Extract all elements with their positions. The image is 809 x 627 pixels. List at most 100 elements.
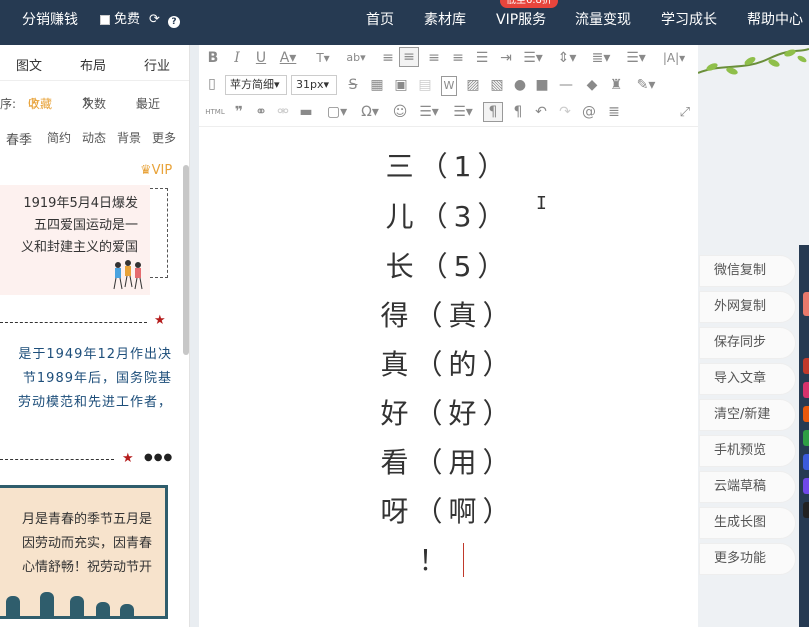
distribution-earn-link[interactable]: 分销赚钱 [22,0,78,40]
eraser-icon[interactable]: ◆ [583,76,601,94]
star-icon: ★ [154,313,166,328]
palette-swatch[interactable] [803,478,809,494]
align-justify-button[interactable]: ≡ [449,49,467,67]
category-dynamic[interactable]: 动态 [82,129,106,146]
html-source-button[interactable]: HTML [203,103,227,121]
category-more[interactable]: 更多 [152,129,176,146]
panel-scrollbar[interactable] [183,165,189,355]
nav-material-library[interactable]: 素材库 [424,0,466,40]
palette-swatch[interactable] [803,454,809,470]
text-direction-rtl-icon[interactable]: ¶ [509,103,527,121]
cloud-draft-button[interactable]: 云端草稿 [700,472,795,502]
text-direction-ltr-icon[interactable]: ¶ [483,102,503,122]
image-icon[interactable]: ▣ [393,76,409,94]
gallery-icon[interactable]: ▤ [417,76,433,94]
free-checkbox[interactable] [100,14,110,25]
worker-silhouette [120,604,134,618]
nav-learning[interactable]: 学习成长 [661,0,717,40]
undo-icon[interactable]: ↶ [533,103,549,121]
card2-divider-bottom [0,459,114,460]
font-size-value: 31px [296,78,324,91]
palette-swatch[interactable] [803,358,809,374]
category-simple[interactable]: 简约 [47,129,71,146]
nav-home[interactable]: 首页 [366,0,394,40]
align-center-button[interactable]: ≡ [399,47,419,67]
horizontal-rule-icon[interactable]: — [557,76,575,94]
nav-traffic-monetize[interactable]: 流量变现 [575,0,631,40]
unordered-list-icon[interactable]: ☰▾ [449,103,477,121]
redo-icon[interactable]: ↷ [557,103,573,121]
list-format-button[interactable]: ☰▾ [623,49,649,67]
mobile-preview-button[interactable]: 手机预览 [700,436,795,466]
font-size-select[interactable]: 31px▾ [291,75,337,95]
highlight-button[interactable]: ab▾ [343,49,369,67]
category-background[interactable]: 背景 [117,129,141,146]
emoji-icon[interactable]: ☺ [391,103,409,121]
more-functions-button[interactable]: 更多功能 [700,544,795,574]
unlink-icon[interactable]: ⚮ [275,103,291,121]
italic-button[interactable]: I [229,49,245,67]
bold-button[interactable]: B [205,49,221,67]
indent-button[interactable]: ⇥ [497,49,515,67]
font-color-button[interactable]: A▾ [277,49,299,67]
palette-swatch[interactable] [803,502,809,518]
paragraph-spacing-button[interactable]: ⇕▾ [555,49,579,67]
line-height-button[interactable]: ☰▾ [519,49,547,67]
card2-divider [0,322,147,323]
generate-long-image-button[interactable]: 生成长图 [700,508,795,538]
ordered-list-icon[interactable]: ☰▾ [415,103,443,121]
photo-icon[interactable]: ▧ [489,76,505,94]
border-icon[interactable]: ▢▾ [323,103,351,121]
quote-icon[interactable]: ❞ [231,103,247,121]
new-document-icon[interactable]: ▯ [205,75,219,93]
clear-format-icon[interactable]: ♜ [607,76,625,94]
help-icon[interactable]: ? [168,0,180,40]
card2-line: 节1989年后，国务院基 [22,371,172,386]
picture-icon[interactable]: ▨ [465,76,481,94]
word-count-icon[interactable]: ≣ [605,103,623,121]
tab-graphic[interactable]: 图文 [16,55,42,74]
refresh-icon[interactable]: ⟳ [149,0,160,40]
nav-help-center[interactable]: 帮助中心 [747,0,803,40]
wechat-copy-button[interactable]: 微信复制 [700,256,795,286]
card1-frame [150,188,168,278]
crown-icon: ♛ [140,163,152,178]
external-copy-button[interactable]: 外网复制 [700,292,795,322]
microphone-icon[interactable]: ● [513,76,527,94]
vip-label: VIP [151,163,173,178]
font-family-select[interactable]: 苹方简细▾ [225,75,287,95]
template-card-labor-day[interactable]: 月是青春的季节五月是 因劳动而充实，因青春 心情舒畅！祝劳动节开 [0,485,168,619]
fullscreen-icon[interactable]: ⤢ [680,105,690,120]
category-spring[interactable]: 春季 [6,129,32,148]
palette-swatch[interactable] [803,382,809,398]
palette-swatch[interactable] [803,292,809,316]
strikethrough-button[interactable]: S [345,76,361,94]
free-toggle[interactable]: 免费 [100,0,140,40]
format-painter-icon[interactable]: ▬ [297,103,315,121]
card3-text: 月是青春的季节五月是 因劳动而充实，因青春 心情舒畅！祝劳动节开 [0,508,152,580]
underline-button[interactable]: U [253,49,269,67]
magic-wand-icon[interactable]: ✎▾ [633,76,659,94]
text-style-button[interactable]: T▾ [311,49,335,67]
table-icon[interactable]: ▦ [369,76,385,94]
letter-spacing-button[interactable]: |A|▾ [659,49,689,67]
special-char-icon[interactable]: Ω▾ [357,103,383,121]
palette-swatch[interactable] [803,430,809,446]
card2-line: 劳动模范和先进工作者， [17,395,172,410]
spacing-button[interactable]: ≣▾ [589,49,613,67]
video-icon[interactable]: ■ [533,76,551,94]
tab-industry[interactable]: 行业 [144,55,170,74]
template-card-labor-model[interactable]: 是于1949年12月作出决 节1989年后，国务院基 劳动模范和先进工作者， [0,343,172,415]
template-card-may-fourth[interactable]: 1919年5月4日爆发 五四爱国运动是一 义和封建主义的爱国 [0,185,150,295]
link-icon[interactable]: ⚭ [253,103,269,121]
import-article-button[interactable]: 导入文章 [700,364,795,394]
align-left-button[interactable]: ≡ [379,49,397,67]
save-sync-button[interactable]: 保存同步 [700,328,795,358]
tab-layout[interactable]: 布局 [80,55,106,74]
find-replace-icon[interactable]: @ [581,103,597,121]
align-distribute-button[interactable]: ☰ [473,49,491,67]
align-right-button[interactable]: ≡ [425,49,443,67]
word-import-icon[interactable]: W [441,76,457,96]
palette-swatch[interactable] [803,406,809,422]
clear-new-button[interactable]: 清空/新建 [700,400,795,430]
